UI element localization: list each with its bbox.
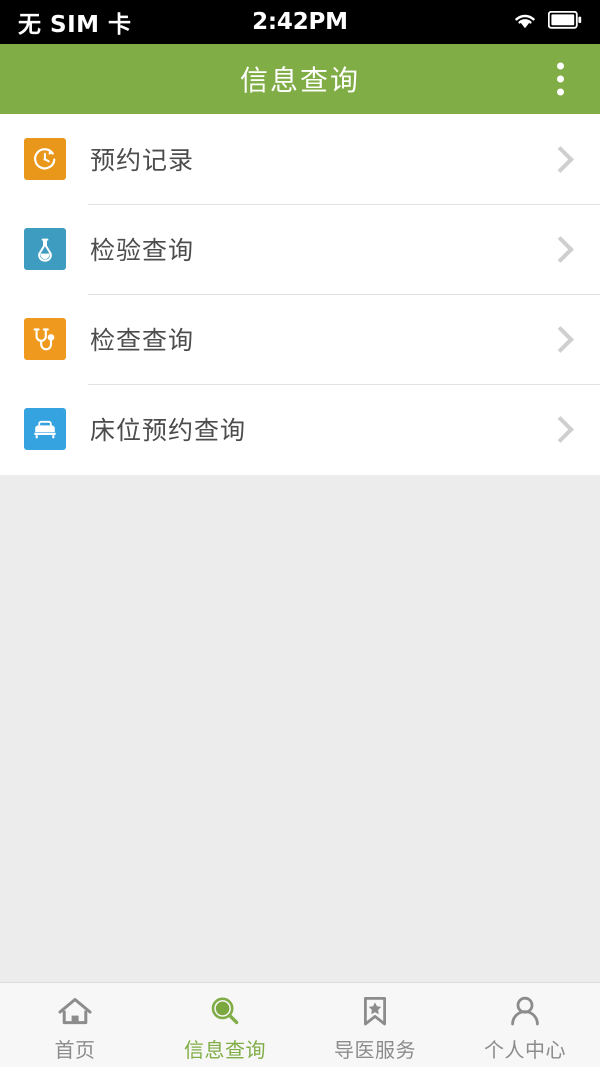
clock-history-icon bbox=[24, 138, 66, 180]
chevron-right-icon bbox=[548, 416, 574, 442]
phone-screen: 无 SIM 卡 2:42PM 信息查询 预约记录 检验查询 检查查询 床位预约查… bbox=[0, 0, 600, 1067]
tab-guide-service[interactable]: 导医服务 bbox=[300, 983, 450, 1067]
list-item-bed-reservation-query[interactable]: 床位预约查询 bbox=[0, 384, 600, 474]
tab-label: 信息查询 bbox=[184, 1037, 266, 1062]
chevron-right-icon bbox=[548, 236, 574, 262]
chevron-right-icon bbox=[548, 326, 574, 352]
list-item-label: 预约记录 bbox=[90, 146, 195, 175]
list-item-appointment-records[interactable]: 预约记录 bbox=[0, 114, 600, 204]
menu-list: 预约记录 检验查询 检查查询 床位预约查询 bbox=[0, 114, 600, 475]
wifi-icon bbox=[512, 10, 538, 34]
tab-personal-center[interactable]: 个人中心 bbox=[450, 983, 600, 1067]
page-title: 信息查询 bbox=[239, 64, 360, 97]
tab-label: 导医服务 bbox=[334, 1037, 416, 1062]
tab-label: 首页 bbox=[54, 1037, 96, 1062]
list-item-label: 床位预约查询 bbox=[90, 416, 247, 445]
bookmark-star-icon bbox=[355, 992, 395, 1032]
tab-label: 个人中心 bbox=[484, 1037, 566, 1062]
person-icon bbox=[505, 992, 545, 1032]
battery-icon bbox=[547, 10, 582, 33]
status-time: 2:42PM bbox=[252, 9, 348, 35]
content-area bbox=[0, 475, 600, 982]
app-header: 信息查询 bbox=[0, 44, 600, 114]
chevron-right-icon bbox=[548, 146, 574, 172]
flask-icon bbox=[24, 228, 66, 270]
tab-home[interactable]: 首页 bbox=[0, 983, 150, 1067]
status-icons bbox=[512, 10, 582, 34]
bed-icon bbox=[24, 408, 66, 450]
search-icon bbox=[205, 992, 245, 1032]
list-item-examination-query[interactable]: 检查查询 bbox=[0, 294, 600, 384]
stethoscope-icon bbox=[24, 318, 66, 360]
list-item-label: 检查查询 bbox=[90, 326, 195, 355]
bottom-tab-bar: 首页 信息查询 导医服务 个人中心 bbox=[0, 982, 600, 1067]
list-item-label: 检验查询 bbox=[90, 236, 195, 265]
tab-info-query[interactable]: 信息查询 bbox=[150, 983, 300, 1067]
list-item-lab-test-query[interactable]: 检验查询 bbox=[0, 204, 600, 294]
overflow-menu-icon[interactable] bbox=[547, 57, 574, 102]
home-icon bbox=[55, 992, 95, 1032]
status-bar: 无 SIM 卡 2:42PM bbox=[0, 0, 600, 44]
